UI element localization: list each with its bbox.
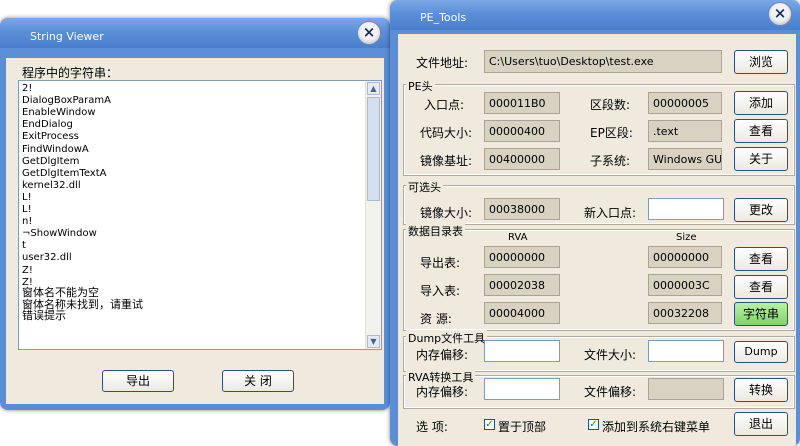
scroll-up-icon[interactable]: ▲	[367, 82, 380, 95]
entry-point-field: 000011B0	[484, 92, 560, 114]
export-rva-field: 00000000	[484, 246, 560, 268]
import-table-label: 导入表:	[420, 284, 461, 298]
list-item[interactable]: L!	[22, 192, 32, 204]
dump-mem-offset-label: 内存偏移:	[416, 348, 469, 362]
string-viewer-window: String Viewer ⨯ 程序中的字符串： 2! DialogBoxPara…	[0, 18, 390, 410]
pe-tools-window: PE_Tools ⨯ 文件地址: C:\Users\tuo\Desktop\te…	[390, 0, 800, 446]
scroll-thumb[interactable]	[367, 97, 380, 201]
export-table-label: 导出表:	[420, 256, 461, 270]
list-item[interactable]: 2!	[22, 83, 32, 95]
list-item[interactable]: n!	[22, 216, 32, 228]
list-item[interactable]: DialogBoxParamA	[22, 95, 111, 107]
ep-section-label: EP区段:	[590, 126, 633, 140]
rva-mem-offset-input[interactable]	[484, 378, 560, 400]
list-item[interactable]: ExitProcess	[22, 131, 79, 143]
image-base-field: 00400000	[484, 148, 560, 170]
list-item[interactable]: EndDialog	[22, 119, 73, 131]
options-label: 选 项:	[416, 420, 448, 434]
change-button[interactable]: 更改	[734, 198, 788, 222]
file-path-label: 文件地址:	[416, 56, 469, 70]
export-size-field: 00000000	[648, 246, 722, 268]
dump-mem-offset-input[interactable]	[484, 340, 560, 362]
browse-button[interactable]: 浏览	[734, 50, 788, 74]
sections-field: 00000005	[648, 92, 722, 114]
resource-label: 资 源:	[420, 312, 452, 326]
list-item[interactable]: EnableWindow	[22, 107, 96, 119]
close-button[interactable]: 关 闭	[222, 370, 294, 392]
string-viewer-title: String Viewer	[30, 30, 104, 43]
rva-column-header: RVA	[508, 232, 528, 243]
add-button[interactable]: 添加	[734, 91, 788, 115]
sections-label: 区段数:	[590, 98, 631, 112]
export-button[interactable]: 导出	[102, 370, 174, 392]
import-size-field: 0000003C	[648, 274, 722, 296]
dump-tool-title: Dump文件工具	[406, 330, 488, 346]
string-viewer-titlebar[interactable]: String Viewer	[0, 18, 390, 48]
list-item[interactable]: GetDlgItemTextA	[22, 168, 106, 180]
pe-tools-title: PE_Tools	[420, 11, 467, 24]
topmost-checkbox[interactable]: ✓	[484, 419, 495, 430]
strings-scrollbar[interactable]: ▲ ▼	[365, 81, 381, 349]
rva-mem-offset-label: 内存偏移:	[416, 385, 469, 399]
file-path-field: C:\Users\tuo\Desktop\test.exe	[484, 50, 722, 73]
image-size-label: 镜像大小:	[420, 206, 473, 220]
dump-button[interactable]: Dump	[734, 341, 788, 363]
rva-file-offset-label: 文件偏移:	[584, 385, 637, 399]
new-entry-label: 新入口点:	[584, 206, 637, 220]
scroll-down-icon[interactable]: ▼	[367, 335, 380, 348]
subsystem-field: Windows GUI	[648, 148, 722, 170]
exit-button[interactable]: 退出	[734, 412, 788, 436]
code-size-field: 00000400	[484, 120, 560, 142]
optional-header-title: 可选头	[406, 179, 443, 195]
pe-header-title: PE头	[406, 78, 435, 94]
string-viewer-body: 程序中的字符串： 2! DialogBoxParamA EnableWindow En…	[6, 58, 384, 404]
strings-list[interactable]: 2! DialogBoxParamA EnableWindow EndDialog Ex…	[18, 80, 382, 350]
data-directory-title: 数据目录表	[406, 223, 465, 239]
list-item[interactable]: kernel32.dll	[22, 180, 81, 192]
image-size-field: 00038000	[484, 198, 560, 220]
view-header-button[interactable]: 查看	[734, 119, 788, 143]
subsystem-label: 子系统:	[590, 154, 631, 168]
dump-file-size-label: 文件大小:	[584, 348, 637, 362]
size-column-header: Size	[676, 232, 697, 243]
import-rva-field: 00002038	[484, 274, 560, 296]
ep-section-field: .text	[648, 120, 722, 142]
strings-list-label: 程序中的字符串：	[22, 66, 119, 80]
new-entry-input[interactable]	[648, 198, 724, 220]
image-base-label: 镜像基址:	[420, 154, 473, 168]
close-icon[interactable]: ⨯	[357, 21, 381, 45]
list-item[interactable]: GetDlgItem	[22, 156, 79, 168]
list-item[interactable]: Z!	[22, 265, 33, 277]
export-view-button[interactable]: 查看	[734, 247, 788, 271]
dump-file-size-input[interactable]	[648, 340, 724, 362]
context-menu-label[interactable]: 添加到系统右键菜单	[602, 418, 710, 435]
list-item[interactable]: user32.dll	[22, 252, 72, 264]
topmost-label[interactable]: 置于顶部	[498, 418, 546, 435]
convert-button[interactable]: 转换	[734, 378, 788, 402]
resource-size-field: 00032208	[648, 302, 722, 324]
list-item[interactable]: t	[22, 240, 26, 252]
pe-tools-body: 文件地址: C:\Users\tuo\Desktop\test.exe 浏览 P…	[398, 34, 796, 446]
about-button[interactable]: 关于	[734, 147, 788, 171]
pe-tools-titlebar[interactable]: PE_Tools	[390, 0, 800, 30]
rva-file-offset-field	[648, 378, 724, 400]
list-item[interactable]: FindWindowA	[22, 144, 89, 156]
list-item[interactable]: ¬ShowWindow	[22, 228, 97, 240]
context-menu-checkbox[interactable]: ✓	[588, 419, 599, 430]
import-view-button[interactable]: 查看	[734, 275, 788, 299]
strings-button[interactable]: 字符串	[734, 302, 788, 326]
resource-rva-field: 00004000	[484, 302, 560, 324]
list-item[interactable]: L!	[22, 204, 32, 216]
entry-point-label: 入口点:	[424, 98, 465, 112]
list-item[interactable]: 错误提示	[22, 310, 66, 322]
code-size-label: 代码大小:	[420, 126, 473, 140]
close-icon[interactable]: ⨯	[768, 2, 792, 26]
